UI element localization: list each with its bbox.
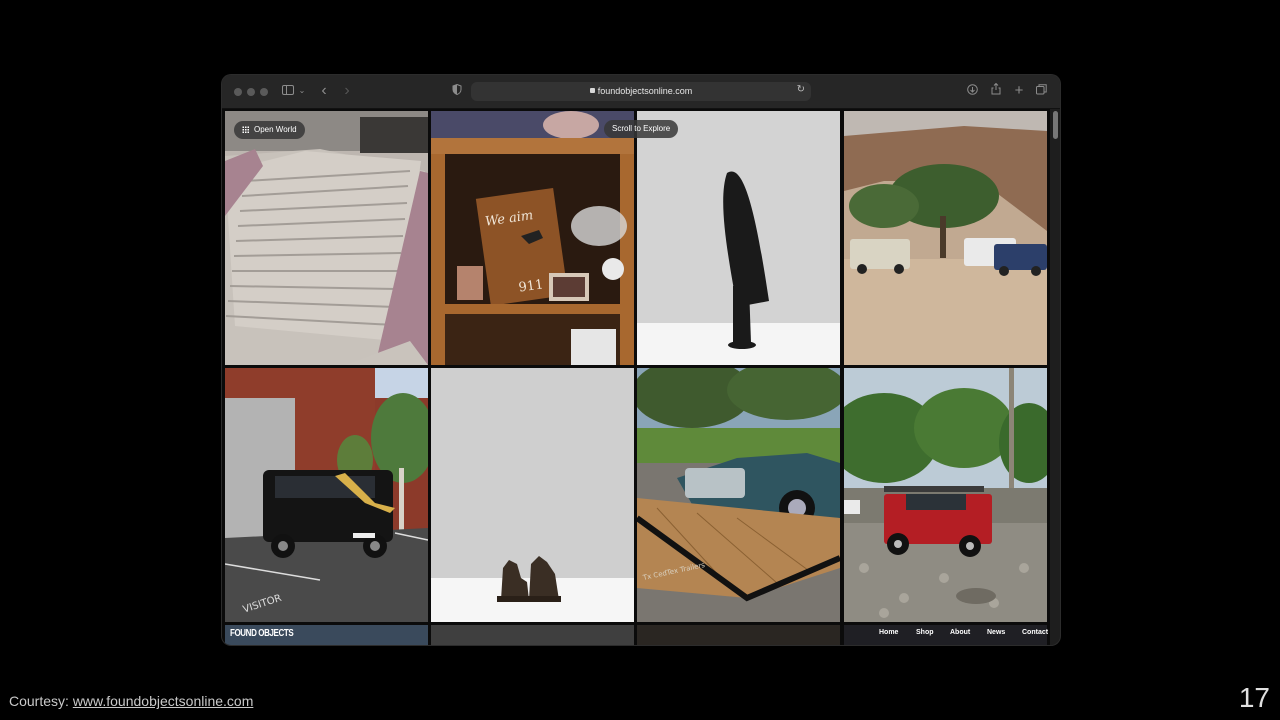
nav-about-link[interactable]: About — [950, 629, 970, 636]
courtesy-caption: Courtesy: www.foundobjectsonline.com — [9, 693, 253, 709]
scroll-to-explore-hint: Scroll to Explore — [604, 120, 679, 138]
minimize-window-button[interactable] — [247, 88, 255, 96]
browser-window: ⌄ ‹ › foundobjectsonline.com ↻ + We aim … — [222, 75, 1060, 645]
open-world-label: Open World — [254, 125, 297, 134]
reload-icon[interactable]: ↻ — [797, 84, 805, 95]
chevron-down-icon[interactable]: ⌄ — [298, 83, 306, 99]
browser-toolbar: ⌄ ‹ › foundobjectsonline.com ↻ + — [222, 75, 1060, 109]
grid-tile-car-trailer[interactable]: Tx CedTex Trailers — [637, 368, 840, 622]
lock-icon — [589, 88, 595, 93]
slide-number: 17 — [1238, 682, 1270, 713]
nav-contact-link[interactable]: Contact — [1022, 629, 1048, 636]
plus-icon[interactable]: + — [1013, 83, 1025, 99]
open-world-button[interactable]: Open World — [234, 121, 305, 139]
grid-tile-suv[interactable]: VISITOR — [225, 368, 428, 622]
grid-tile-land-rover[interactable] — [844, 368, 1047, 622]
grid-tile-bookends[interactable] — [431, 368, 634, 622]
download-icon[interactable] — [966, 83, 978, 99]
courtesy-link[interactable]: www.foundobjectsonline.com — [73, 693, 254, 709]
address-bar[interactable]: foundobjectsonline.com ↻ — [471, 82, 811, 101]
grid-tile-stairs[interactable] — [225, 111, 428, 365]
url-text: foundobjectsonline.com — [597, 86, 693, 96]
sidebar-icon[interactable] — [281, 83, 295, 99]
close-window-button[interactable] — [234, 88, 242, 96]
zoom-window-button[interactable] — [260, 88, 268, 96]
page-scrollbar[interactable] — [1053, 111, 1058, 139]
grid-tile-sculpture[interactable] — [637, 111, 840, 365]
grid-icon — [242, 126, 249, 133]
back-icon[interactable]: ‹ — [318, 83, 330, 99]
site-logo[interactable]: FOUND OBJECTS — [230, 628, 294, 639]
nav-home-link[interactable]: Home — [879, 629, 898, 636]
grid-tile-shelf[interactable]: We aim 911 — [431, 111, 634, 365]
grid-tile-desert[interactable] — [844, 111, 1047, 365]
tabs-icon[interactable] — [1035, 83, 1047, 99]
image-grid: We aim 911 VISITOR Tx CedTex Trailers Op… — [222, 109, 1050, 645]
shield-icon[interactable] — [451, 83, 463, 99]
scroll-hint-label: Scroll to Explore — [612, 124, 671, 133]
nav-shop-link[interactable]: Shop — [916, 629, 934, 636]
site-nav: FOUND OBJECTS Home Shop About News Conta… — [222, 623, 1060, 645]
courtesy-prefix: Courtesy: — [9, 693, 73, 709]
nav-news-link[interactable]: News — [987, 629, 1005, 636]
forward-icon[interactable]: › — [341, 83, 353, 99]
share-icon[interactable] — [990, 82, 1002, 99]
